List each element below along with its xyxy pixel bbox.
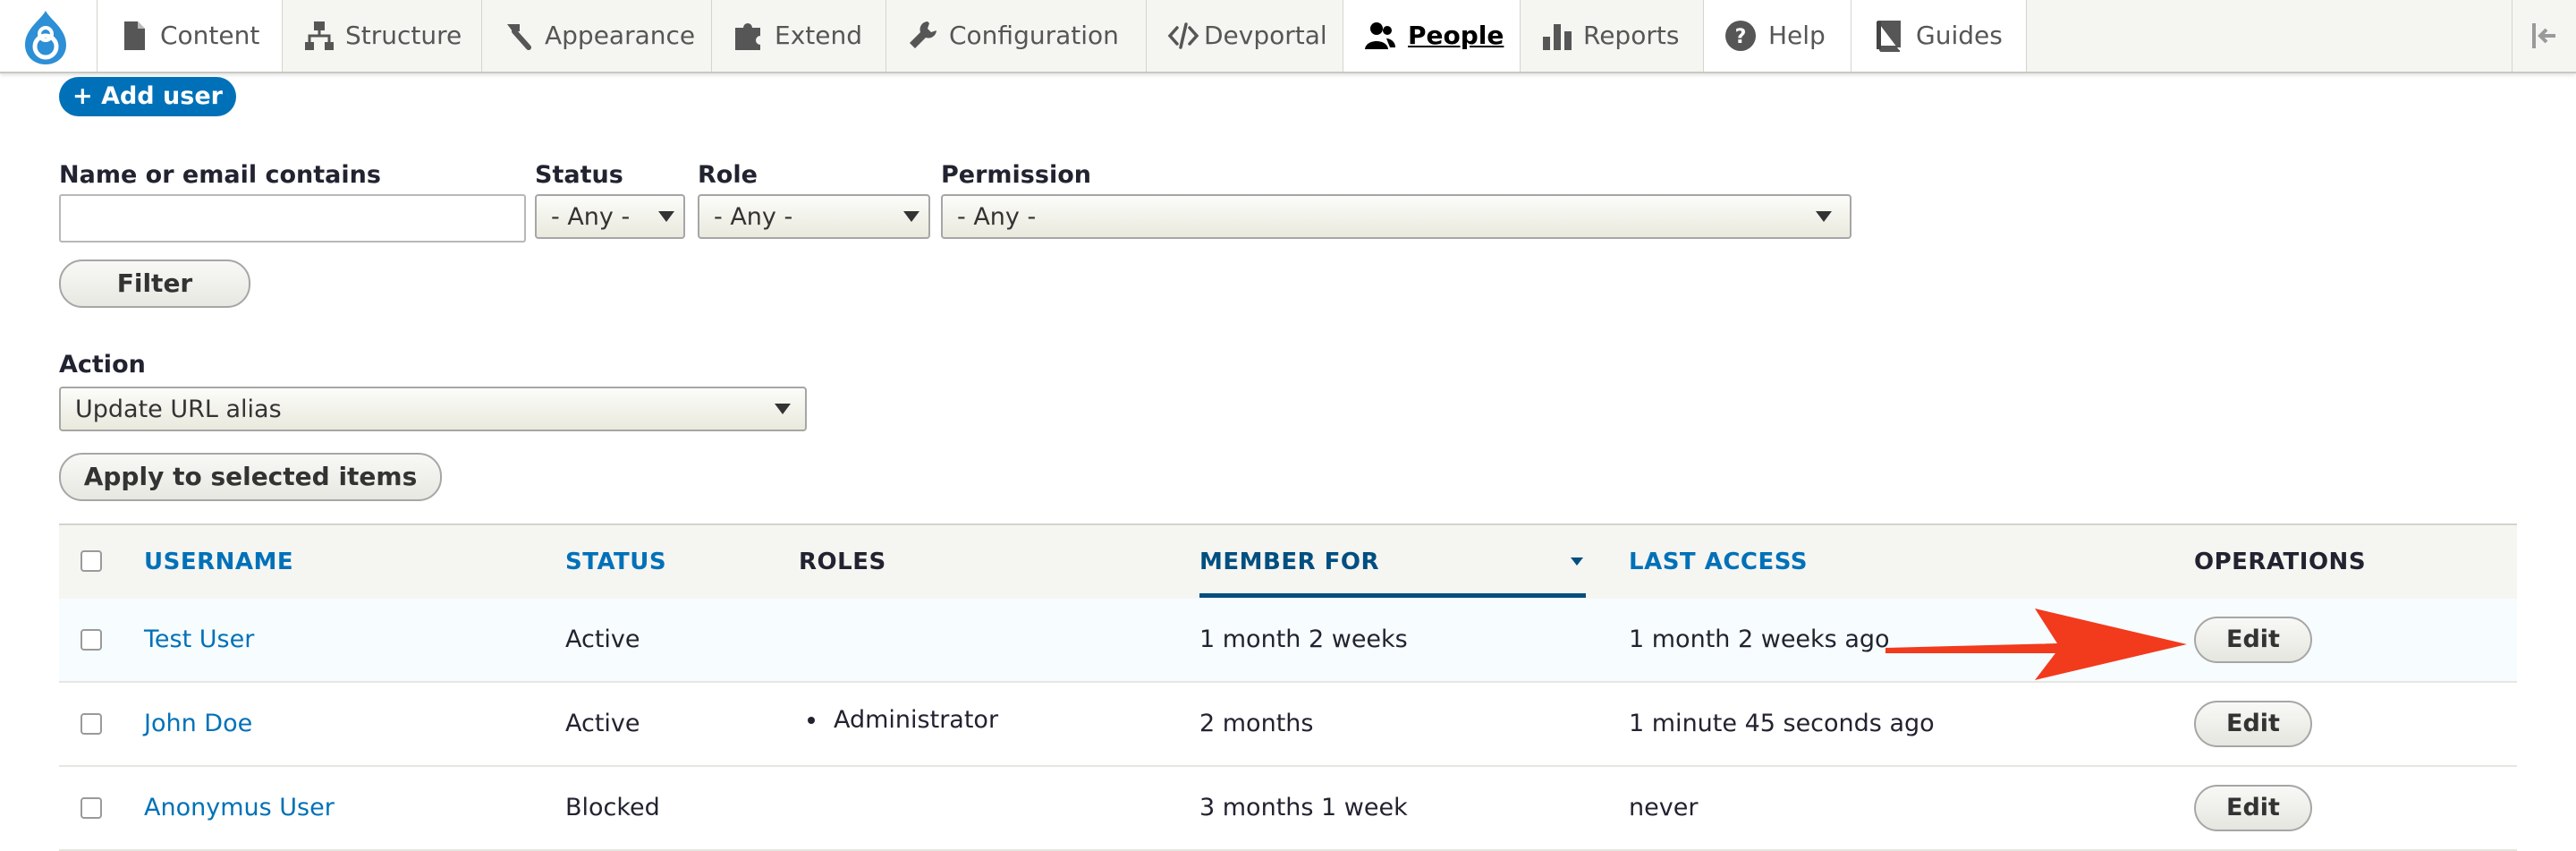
role-filter-label: Role [698,161,758,189]
operations-column-header: OPERATIONS [2194,549,2367,575]
toolbar-tab-structure[interactable]: Structure [283,0,482,72]
status-column-header[interactable]: STATUS [565,549,666,575]
table-row: Anonymus User Blocked 3 months 1 week ne… [59,767,2517,851]
apply-selected-button[interactable]: Apply to selected items [59,453,442,501]
role-item: Administrator [834,706,999,734]
last-access-column-header[interactable]: LAST ACCESS [1629,549,1808,575]
status-select-value: - Any - [551,203,631,231]
status-select[interactable]: - Any - [535,194,685,239]
role-select-value: - Any - [714,203,793,231]
last-access-cell: 1 month 2 weeks ago [1629,625,1890,653]
toolbar-label: Devportal [1204,21,1327,50]
toolbar-tab-devportal[interactable]: Devportal [1147,0,1343,72]
edit-button[interactable]: Edit [2194,785,2312,831]
row-checkbox[interactable] [80,629,102,651]
permission-select[interactable]: - Any - [941,194,1852,239]
action-select[interactable]: Update URL alias [59,387,807,431]
member-for-cell: 2 months [1199,710,1314,737]
sitemap-icon [305,21,334,50]
annotation-arrow [1885,608,2187,680]
toolbar-tab-content[interactable]: Content [97,0,283,72]
roles-column-header: ROLES [799,549,886,575]
action-select-value: Update URL alias [75,396,282,423]
toolbar-label: Help [1768,21,1826,50]
status-filter-label: Status [535,161,623,189]
bar-chart-icon [1543,24,1572,50]
file-icon [124,21,145,50]
role-bullet [808,717,815,724]
toolbar-tab-help[interactable]: ? Help [1704,0,1852,72]
row-checkbox[interactable] [80,797,102,819]
toolbar-tab-appearance[interactable]: Appearance [482,0,712,72]
status-cell: Active [565,625,640,653]
active-sort-indicator [1199,593,1586,598]
table-row: John Doe Active Administrator 2 months 1… [59,683,2517,767]
username-link[interactable]: Anonymus User [144,794,335,821]
chevron-down-icon [658,211,674,222]
member-for-cell: 1 month 2 weeks [1199,625,1408,653]
member-for-column-header[interactable]: MEMBER FOR [1199,549,1379,575]
puzzle-icon [735,22,760,50]
member-for-cell: 3 months 1 week [1199,794,1408,821]
toolbar-tab-extend[interactable]: Extend [712,0,886,72]
toolbar-tab-configuration[interactable]: Configuration [886,0,1147,72]
users-table-header: USERNAME STATUS ROLES MEMBER FOR LAST AC… [59,523,2517,600]
role-select[interactable]: - Any - [698,194,930,239]
collapse-icon [2532,23,2555,48]
help-icon: ? [1725,21,1756,51]
toolbar-label: Appearance [545,21,696,50]
toolbar-tab-guides[interactable]: Guides [1852,0,2027,72]
username-column-header[interactable]: USERNAME [144,549,293,575]
edit-button[interactable]: Edit [2194,617,2312,663]
username-link[interactable]: John Doe [144,710,252,737]
last-access-cell: 1 minute 45 seconds ago [1629,710,1935,737]
toolbar-label: Content [160,21,260,50]
name-filter-label: Name or email contains [59,161,381,189]
status-cell: Active [565,710,640,737]
book-icon [1877,21,1901,52]
people-icon [1365,22,1395,49]
toolbar-label: Structure [345,21,462,50]
status-cell: Blocked [565,794,660,821]
row-checkbox[interactable] [80,713,102,735]
toolbar-label: Reports [1583,21,1680,50]
username-link[interactable]: Test User [144,625,254,653]
chevron-down-icon [903,211,919,222]
admin-toolbar: Content Structure Appearance Extend Conf… [0,0,2576,73]
permission-select-value: - Any - [957,203,1037,231]
toolbar-label: Guides [1916,21,2003,50]
toolbar-label: People [1408,21,1504,50]
filter-button[interactable]: Filter [59,260,250,308]
last-access-cell: never [1629,794,1699,821]
drupal-logo[interactable] [0,0,97,72]
code-icon [1167,22,1199,49]
paintbrush-icon [507,24,531,50]
add-user-button[interactable]: + Add user [59,77,236,116]
sort-descending-icon [1571,557,1583,566]
svg-text:?: ? [1735,26,1747,48]
name-email-input[interactable] [59,194,526,243]
toolbar-tab-reports[interactable]: Reports [1521,0,1704,72]
toolbar-tab-people[interactable]: People [1343,0,1521,72]
toolbar-collapse-button[interactable] [2512,0,2576,72]
chevron-down-icon [775,404,791,414]
toolbar-label: Extend [775,21,862,50]
edit-button[interactable]: Edit [2194,701,2312,747]
action-label: Action [59,351,146,379]
wrench-icon [910,21,936,48]
permission-filter-label: Permission [941,161,1091,189]
select-all-checkbox[interactable] [80,550,102,572]
chevron-down-icon [1816,211,1832,222]
toolbar-label: Configuration [949,21,1119,50]
